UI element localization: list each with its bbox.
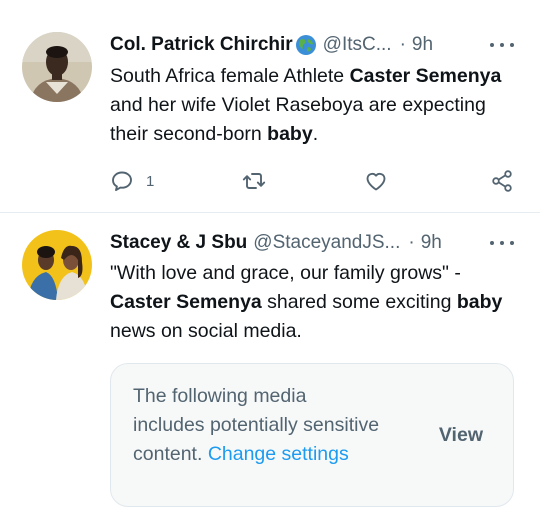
retweet-button[interactable]: [242, 166, 266, 196]
text-highlight: baby: [456, 291, 503, 313]
share-icon: [492, 170, 512, 192]
text-segment: "With love and grace, our family grows" …: [110, 262, 461, 284]
display-name[interactable]: Stacey & J Sbu: [110, 232, 247, 254]
sensitive-media-warning: The following media includes potentially…: [110, 363, 514, 507]
globe-icon: [295, 34, 317, 56]
tweet-text: "With love and grace, our family grows" …: [110, 259, 520, 346]
avatar[interactable]: [22, 32, 92, 102]
tweet[interactable]: Col. Patrick Chirchir @ItsC... · 9h Sout…: [0, 0, 540, 213]
view-button[interactable]: View: [439, 424, 483, 447]
tweet-actions: 1: [110, 166, 520, 196]
text-segment: South Africa female Athlete: [110, 65, 350, 87]
retweet-icon: [242, 173, 266, 189]
user-handle[interactable]: @StaceyandJS...: [253, 232, 400, 254]
tweet-text: South Africa female Athlete Caster Semen…: [110, 62, 520, 149]
text-segment: news on social media.: [110, 320, 302, 342]
share-button[interactable]: [490, 166, 514, 196]
separator-dot: ·: [399, 34, 406, 55]
change-settings-link[interactable]: Change settings: [208, 443, 349, 465]
more-icon[interactable]: [490, 233, 514, 253]
like-button[interactable]: [364, 166, 388, 196]
tweet[interactable]: Stacey & J Sbu @StaceyandJS... · 9h "Wit…: [0, 213, 540, 515]
text-highlight: baby: [267, 123, 313, 145]
heart-icon: [366, 172, 386, 191]
text-segment: shared some exciting: [261, 291, 457, 313]
text-highlight: Caster Semenya: [110, 291, 262, 313]
separator-dot: ·: [408, 232, 415, 253]
timestamp[interactable]: 9h: [421, 232, 442, 254]
text-segment: .: [312, 123, 319, 145]
more-icon[interactable]: [490, 35, 514, 55]
display-name[interactable]: Col. Patrick Chirchir: [110, 34, 293, 56]
reply-button[interactable]: 1: [110, 166, 154, 196]
sensitive-message: The following media includes potentially…: [133, 382, 383, 469]
text-highlight: Caster Semenya: [349, 65, 502, 87]
tweet-header: Stacey & J Sbu @StaceyandJS... · 9h: [110, 229, 520, 257]
reply-count: 1: [146, 172, 155, 190]
timestamp[interactable]: 9h: [412, 34, 433, 56]
avatar[interactable]: [22, 230, 92, 300]
tweet-header: Col. Patrick Chirchir @ItsC... · 9h: [110, 31, 520, 59]
reply-icon: [112, 171, 132, 192]
user-handle[interactable]: @ItsC...: [323, 34, 392, 56]
